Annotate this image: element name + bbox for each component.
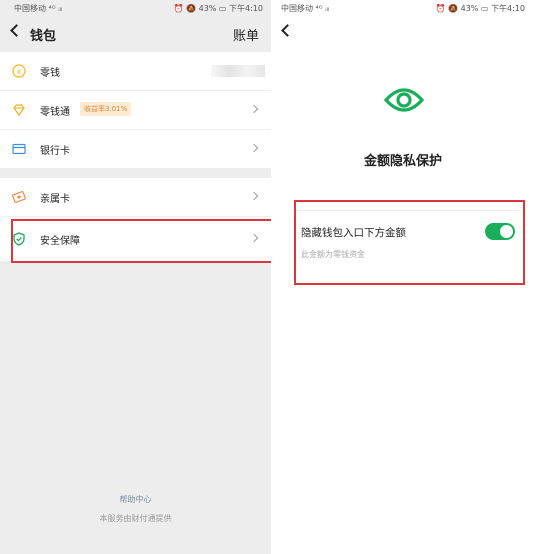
- wallet-screen: 中国移动 ⁴ᴳ ᵢₗₗ ⏰ 🔕 43% ▭ 下午4:10 钱包 账单 ¥ 零钱 …: [0, 0, 271, 554]
- wallet-group-main: ¥ 零钱 零钱通 收益率3.01% 银行卡: [0, 52, 271, 168]
- card-icon: [12, 143, 26, 155]
- provider-note: 本服务由财付通提供: [99, 514, 172, 523]
- yield-badge: 收益率3.01%: [80, 102, 132, 116]
- wallet-navbar: 钱包 账单: [0, 14, 271, 52]
- setting-highlight-box: [294, 200, 525, 285]
- wallet-item-label: 亲属卡: [40, 194, 70, 205]
- wallet-item-label: 银行卡: [40, 146, 70, 157]
- wallet-item-lingqiantong[interactable]: 零钱通 收益率3.01%: [0, 91, 271, 130]
- balance-blurred: [211, 65, 265, 77]
- coin-icon: ¥: [12, 64, 26, 78]
- family-card-icon: [12, 191, 26, 203]
- back-icon[interactable]: [10, 24, 23, 37]
- wallet-item-change[interactable]: ¥ 零钱: [0, 52, 271, 91]
- wallet-item-label: 零钱: [40, 68, 60, 79]
- privacy-title: 金额隐私保护: [363, 154, 442, 169]
- help-center-link[interactable]: 帮助中心: [0, 494, 271, 505]
- svg-text:¥: ¥: [17, 68, 22, 76]
- back-icon[interactable]: [281, 24, 294, 37]
- diamond-icon: [13, 104, 25, 117]
- wallet-item-label: 零钱通: [40, 107, 70, 118]
- bill-link[interactable]: 账单: [233, 25, 259, 44]
- wallet-item-family-card[interactable]: 亲属卡: [0, 178, 271, 217]
- chevron-right-icon: [249, 104, 259, 114]
- chevron-right-icon: [249, 143, 259, 153]
- page-title: 钱包: [30, 29, 57, 44]
- wallet-item-bank-card[interactable]: 银行卡: [0, 130, 271, 168]
- security-highlight-box: [11, 219, 271, 263]
- status-bar: 中国移动 ⁴ᴳ ᵢₗₗ ⏰ 🔕 43% ▭ 下午4:10: [0, 0, 271, 14]
- privacy-screen: 中国移动 ⁴ᴳ ᵢₗₗ ⏰ 🔕 43% ▭ 下午4:10 金额隐私保护 隐藏钱包…: [273, 0, 533, 554]
- carrier-status: 中国移动 ⁴ᴳ ᵢₗₗ: [281, 4, 330, 13]
- status-bar: 中国移动 ⁴ᴳ ᵢₗₗ ⏰ 🔕 43% ▭ 下午4:10: [273, 0, 533, 14]
- privacy-navbar: [273, 14, 533, 52]
- eye-icon: [383, 88, 425, 112]
- carrier-status: 中国移动 ⁴ᴳ ᵢₗₗ: [14, 4, 63, 13]
- system-status: ⏰ 🔕 43% ▭ 下午4:10: [435, 4, 525, 13]
- chevron-right-icon: [249, 191, 259, 201]
- system-status: ⏰ 🔕 43% ▭ 下午4:10: [173, 4, 263, 13]
